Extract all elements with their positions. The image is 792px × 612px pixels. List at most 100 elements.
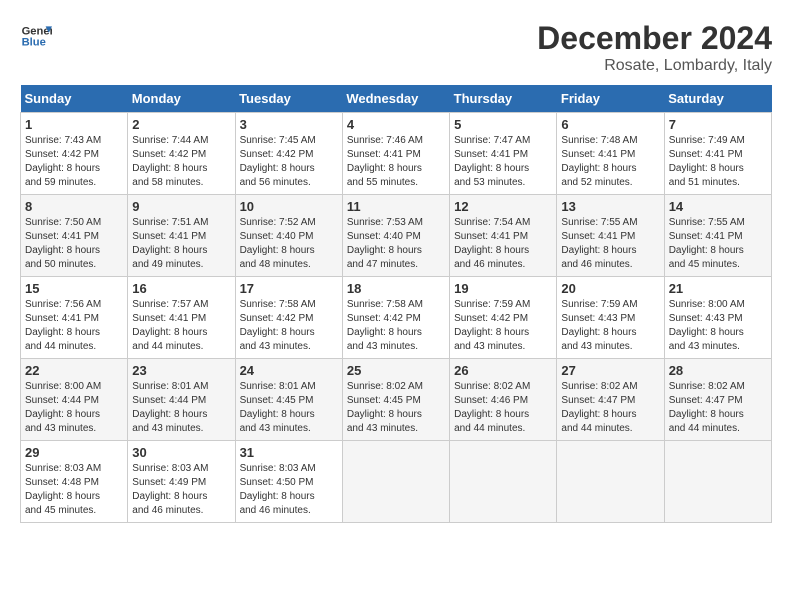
- day-info: Sunrise: 7:55 AM Sunset: 4:41 PM Dayligh…: [669, 216, 767, 272]
- day-cell-24: 24 Sunrise: 8:01 AM Sunset: 4:45 PM Dayli…: [235, 359, 342, 441]
- calendar-table: SundayMondayTuesdayWednesdayThursdayFrid…: [20, 85, 772, 523]
- day-cell-29: 29Sunrise: 8:03 AM Sunset: 4:48 PM Dayli…: [21, 441, 128, 523]
- day-number: 23: [132, 363, 230, 378]
- day-number: 7: [669, 117, 767, 132]
- day-info: Sunrise: 7:43 AM Sunset: 4:42 PM Dayligh…: [25, 134, 123, 190]
- day-info: Sunrise: 7:55 AM Sunset: 4:41 PM Dayligh…: [561, 216, 659, 272]
- day-cell-14: 14Sunrise: 7:55 AM Sunset: 4:41 PM Dayli…: [664, 195, 771, 277]
- day-info: Sunrise: 7:58 AM Sunset: 4:42 PM Dayligh…: [240, 298, 338, 354]
- day-cell-22: 22Sunrise: 8:00 AM Sunset: 4:44 PM Dayli…: [21, 359, 128, 441]
- day-info: Sunrise: 7:58 AM Sunset: 4:42 PM Dayligh…: [347, 298, 445, 354]
- day-cell-31: 31 Sunrise: 8:03 AM Sunset: 4:50 PM Dayli…: [235, 441, 342, 523]
- day-cell-8: 8 Sunrise: 7:50 AM Sunset: 4:41 PM Daylig…: [21, 195, 128, 277]
- day-info: Sunrise: 8:02 AM Sunset: 4:47 PM Dayligh…: [669, 380, 767, 436]
- day-cell-5: 5 Sunrise: 7:47 AM Sunset: 4:41 PM Daylig…: [450, 113, 557, 195]
- weekday-header-monday: Monday: [128, 85, 235, 113]
- day-cell-20: 20 Sunrise: 7:59 AM Sunset: 4:43 PM Dayli…: [557, 277, 664, 359]
- day-number: 1: [25, 117, 123, 132]
- day-info: Sunrise: 8:03 AM Sunset: 4:50 PM Dayligh…: [240, 462, 338, 518]
- day-info: Sunrise: 7:46 AM Sunset: 4:41 PM Dayligh…: [347, 134, 445, 190]
- day-info: Sunrise: 7:49 AM Sunset: 4:41 PM Dayligh…: [669, 134, 767, 190]
- logo-icon: General Blue: [20, 20, 52, 52]
- weekday-header-friday: Friday: [557, 85, 664, 113]
- day-number: 31: [240, 445, 338, 460]
- day-number: 15: [25, 281, 123, 296]
- day-number: 3: [240, 117, 338, 132]
- day-number: 17: [240, 281, 338, 296]
- weekday-header-wednesday: Wednesday: [342, 85, 449, 113]
- weekday-header-sunday: Sunday: [21, 85, 128, 113]
- day-info: Sunrise: 7:53 AM Sunset: 4:40 PM Dayligh…: [347, 216, 445, 272]
- day-number: 19: [454, 281, 552, 296]
- day-cell-15: 15 Sunrise: 7:56 AM Sunset: 4:41 PM Dayli…: [21, 277, 128, 359]
- empty-cell: [557, 441, 664, 523]
- day-cell-25: 25 Sunrise: 8:02 AM Sunset: 4:45 PM Dayli…: [342, 359, 449, 441]
- day-number: 11: [347, 199, 445, 214]
- day-cell-2: 2 Sunrise: 7:44 AM Sunset: 4:42 PM Daylig…: [128, 113, 235, 195]
- day-number: 16: [132, 281, 230, 296]
- day-cell-21: 21Sunrise: 8:00 AM Sunset: 4:43 PM Dayli…: [664, 277, 771, 359]
- day-info: Sunrise: 8:01 AM Sunset: 4:44 PM Dayligh…: [132, 380, 230, 436]
- day-cell-27: 27 Sunrise: 8:02 AM Sunset: 4:47 PM Dayli…: [557, 359, 664, 441]
- day-info: Sunrise: 8:02 AM Sunset: 4:46 PM Dayligh…: [454, 380, 552, 436]
- day-info: Sunrise: 8:01 AM Sunset: 4:45 PM Dayligh…: [240, 380, 338, 436]
- day-info: Sunrise: 7:59 AM Sunset: 4:43 PM Dayligh…: [561, 298, 659, 354]
- day-cell-17: 17 Sunrise: 7:58 AM Sunset: 4:42 PM Dayli…: [235, 277, 342, 359]
- day-info: Sunrise: 8:00 AM Sunset: 4:43 PM Dayligh…: [669, 298, 767, 354]
- day-number: 26: [454, 363, 552, 378]
- day-info: Sunrise: 8:00 AM Sunset: 4:44 PM Dayligh…: [25, 380, 123, 436]
- day-cell-23: 23 Sunrise: 8:01 AM Sunset: 4:44 PM Dayli…: [128, 359, 235, 441]
- day-cell-7: 7 Sunrise: 7:49 AM Sunset: 4:41 PM Daylig…: [664, 113, 771, 195]
- day-number: 28: [669, 363, 767, 378]
- day-info: Sunrise: 8:03 AM Sunset: 4:49 PM Dayligh…: [132, 462, 230, 518]
- svg-text:Blue: Blue: [22, 37, 46, 49]
- month-title: December 2024: [537, 20, 772, 57]
- day-info: Sunrise: 7:52 AM Sunset: 4:40 PM Dayligh…: [240, 216, 338, 272]
- day-cell-11: 11 Sunrise: 7:53 AM Sunset: 4:40 PM Dayli…: [342, 195, 449, 277]
- day-info: Sunrise: 7:50 AM Sunset: 4:41 PM Dayligh…: [25, 216, 123, 272]
- logo: General Blue: [20, 20, 52, 52]
- day-number: 25: [347, 363, 445, 378]
- title-area: December 2024 Rosate, Lombardy, Italy: [537, 20, 772, 75]
- day-info: Sunrise: 7:57 AM Sunset: 4:41 PM Dayligh…: [132, 298, 230, 354]
- week-row-1: 1 Sunrise: 7:43 AM Sunset: 4:42 PM Daylig…: [21, 113, 772, 195]
- empty-cell: [664, 441, 771, 523]
- day-number: 5: [454, 117, 552, 132]
- day-number: 6: [561, 117, 659, 132]
- day-info: Sunrise: 7:47 AM Sunset: 4:41 PM Dayligh…: [454, 134, 552, 190]
- day-info: Sunrise: 7:48 AM Sunset: 4:41 PM Dayligh…: [561, 134, 659, 190]
- day-info: Sunrise: 8:02 AM Sunset: 4:45 PM Dayligh…: [347, 380, 445, 436]
- week-row-4: 22Sunrise: 8:00 AM Sunset: 4:44 PM Dayli…: [21, 359, 772, 441]
- day-info: Sunrise: 7:45 AM Sunset: 4:42 PM Dayligh…: [240, 134, 338, 190]
- header: General Blue December 2024 Rosate, Lomba…: [20, 20, 772, 75]
- day-cell-12: 12Sunrise: 7:54 AM Sunset: 4:41 PM Dayli…: [450, 195, 557, 277]
- location-title: Rosate, Lombardy, Italy: [537, 57, 772, 75]
- day-number: 9: [132, 199, 230, 214]
- day-number: 30: [132, 445, 230, 460]
- day-number: 27: [561, 363, 659, 378]
- day-number: 20: [561, 281, 659, 296]
- day-number: 18: [347, 281, 445, 296]
- day-info: Sunrise: 7:56 AM Sunset: 4:41 PM Dayligh…: [25, 298, 123, 354]
- day-cell-16: 16 Sunrise: 7:57 AM Sunset: 4:41 PM Dayli…: [128, 277, 235, 359]
- day-cell-18: 18 Sunrise: 7:58 AM Sunset: 4:42 PM Dayli…: [342, 277, 449, 359]
- weekday-header-thursday: Thursday: [450, 85, 557, 113]
- day-number: 4: [347, 117, 445, 132]
- day-cell-6: 6 Sunrise: 7:48 AM Sunset: 4:41 PM Daylig…: [557, 113, 664, 195]
- day-info: Sunrise: 8:03 AM Sunset: 4:48 PM Dayligh…: [25, 462, 123, 518]
- day-number: 12: [454, 199, 552, 214]
- day-number: 24: [240, 363, 338, 378]
- day-cell-1: 1 Sunrise: 7:43 AM Sunset: 4:42 PM Daylig…: [21, 113, 128, 195]
- week-row-3: 15 Sunrise: 7:56 AM Sunset: 4:41 PM Dayli…: [21, 277, 772, 359]
- header-row: SundayMondayTuesdayWednesdayThursdayFrid…: [21, 85, 772, 113]
- week-row-2: 8 Sunrise: 7:50 AM Sunset: 4:41 PM Daylig…: [21, 195, 772, 277]
- day-number: 2: [132, 117, 230, 132]
- week-row-5: 29Sunrise: 8:03 AM Sunset: 4:48 PM Dayli…: [21, 441, 772, 523]
- empty-cell: [342, 441, 449, 523]
- day-info: Sunrise: 7:44 AM Sunset: 4:42 PM Dayligh…: [132, 134, 230, 190]
- day-cell-4: 4 Sunrise: 7:46 AM Sunset: 4:41 PM Daylig…: [342, 113, 449, 195]
- day-cell-30: 30 Sunrise: 8:03 AM Sunset: 4:49 PM Dayli…: [128, 441, 235, 523]
- day-info: Sunrise: 8:02 AM Sunset: 4:47 PM Dayligh…: [561, 380, 659, 436]
- day-number: 8: [25, 199, 123, 214]
- day-number: 13: [561, 199, 659, 214]
